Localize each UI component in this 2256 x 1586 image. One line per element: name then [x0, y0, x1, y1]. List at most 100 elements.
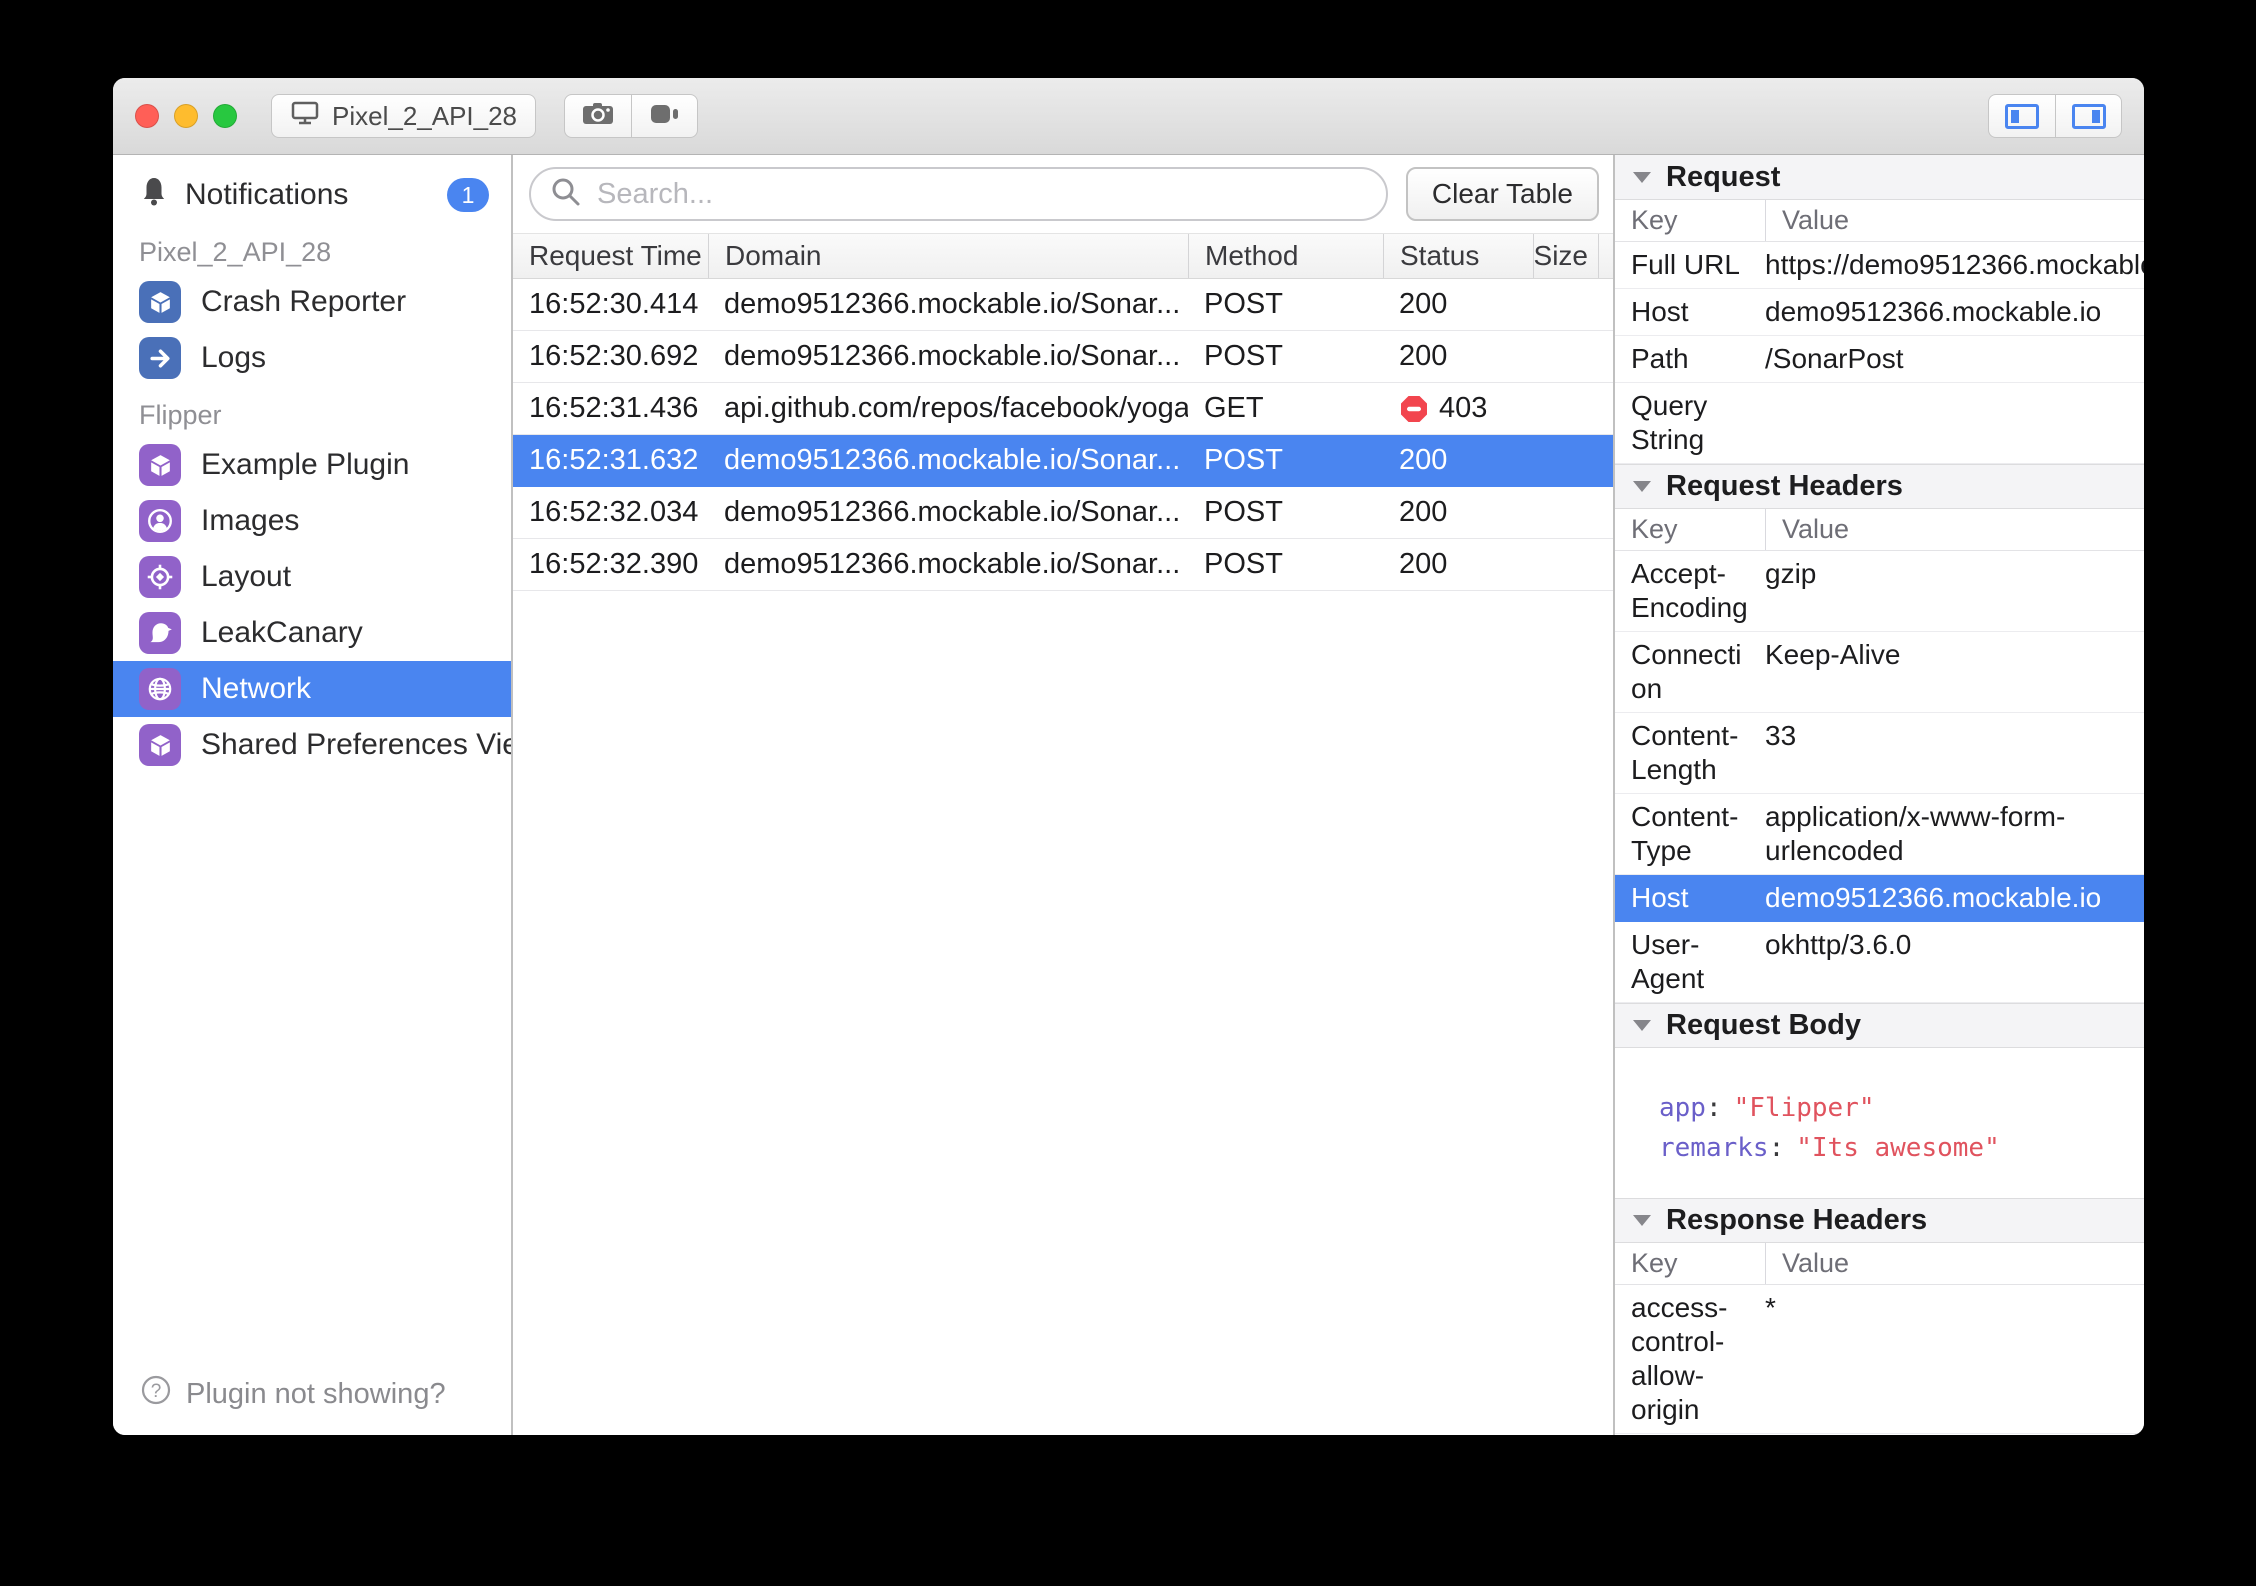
chevron-down-icon	[1633, 1215, 1651, 1226]
sidebar-item-layout[interactable]: Layout	[113, 549, 511, 605]
domain-cell: demo9512366.mockable.io/Sonar...	[724, 444, 1181, 476]
method-cell: POST	[1204, 288, 1283, 320]
sidebar-item-logs[interactable]: Logs	[113, 330, 511, 386]
table-row[interactable]: 16:52:32.034 demo9512366.mockable.io/Son…	[513, 487, 1613, 539]
section-header-request-headers[interactable]: Request Headers	[1615, 464, 2144, 509]
column-header-request-time[interactable]: Request Time	[513, 234, 708, 278]
right-panel-icon	[2071, 103, 2106, 129]
column-header-status[interactable]: Status	[1383, 234, 1533, 278]
sidebar-item-label: Layout	[201, 560, 292, 593]
search-icon	[549, 175, 583, 214]
domain-cell: demo9512366.mockable.io/Sonar...	[724, 340, 1181, 372]
sidebar-item-shared-preferences-viewer[interactable]: Shared Preferences Viewer	[113, 717, 511, 773]
chevron-down-icon	[1633, 1020, 1651, 1031]
chevron-down-icon	[1633, 481, 1651, 492]
close-button[interactable]	[135, 104, 159, 128]
domain-cell: demo9512366.mockable.io/Sonar...	[724, 288, 1181, 320]
monitor-icon	[290, 100, 320, 133]
method-cell: GET	[1204, 392, 1264, 424]
column-header-method[interactable]: Method	[1188, 234, 1383, 278]
domain-cell: demo9512366.mockable.io/Sonar...	[724, 496, 1181, 528]
kv-header: Key Value	[1615, 1243, 2144, 1285]
detail-row-user-agent[interactable]: User-Agent okhttp/3.6.0	[1615, 922, 2144, 1003]
svg-text:?: ?	[151, 1381, 162, 1402]
table-row-selected[interactable]: 16:52:31.632 demo9512366.mockable.io/Son…	[513, 435, 1613, 487]
sidebar: Notifications 1 Pixel_2_API_28 Crash Rep…	[113, 155, 513, 1435]
user-circle-icon	[139, 500, 181, 542]
request-time-cell: 16:52:30.414	[529, 288, 699, 320]
cube-icon	[139, 281, 181, 323]
search-input[interactable]	[597, 177, 1368, 211]
detail-row-host[interactable]: Host demo9512366.mockable.io	[1615, 289, 2144, 336]
column-header-domain[interactable]: Domain	[708, 234, 1188, 278]
sidebar-item-network[interactable]: Network	[113, 661, 511, 717]
request-time-cell: 16:52:31.436	[529, 392, 699, 424]
sidebar-item-label: LeakCanary	[201, 616, 363, 649]
capture-button-group	[564, 94, 699, 138]
flipper-window: Pixel_2_API_28 Notifications 1 Pixel_2_A…	[113, 78, 2144, 1435]
bell-icon	[139, 175, 169, 215]
notifications-label: Notifications	[185, 178, 349, 211]
section-header-request-body[interactable]: Request Body	[1615, 1003, 2144, 1048]
network-table-pane: Clear Table Request Time Domain Method S…	[513, 155, 1613, 1435]
device-name: Pixel_2_API_28	[332, 100, 518, 131]
sidebar-item-label: Network	[201, 672, 312, 705]
bird-icon	[139, 612, 181, 654]
question-circle-icon: ?	[139, 1373, 173, 1415]
sidebar-item-crash-reporter[interactable]: Crash Reporter	[113, 274, 511, 330]
section-header-request[interactable]: Request	[1615, 155, 2144, 200]
request-time-cell: 16:52:32.034	[529, 496, 699, 528]
column-header-size[interactable]: Size	[1533, 234, 1599, 278]
detail-row-content-type[interactable]: Content-Type application/x-www-form-urle…	[1615, 794, 2144, 875]
request-body-code: app: "Flipper" remarks: "Its awesome"	[1615, 1048, 2144, 1198]
zoom-button[interactable]	[213, 104, 237, 128]
detail-row-accept-encoding[interactable]: Accept-Encoding gzip	[1615, 551, 2144, 632]
detail-row-connection[interactable]: Connection Keep-Alive	[1615, 632, 2144, 713]
sidebar-item-images[interactable]: Images	[113, 493, 511, 549]
detail-row-access-control[interactable]: access-control-allow-origin *	[1615, 1285, 2144, 1434]
record-video-button[interactable]	[631, 95, 697, 137]
toggle-right-sidebar-button[interactable]	[2055, 95, 2121, 137]
sidebar-item-leakcanary[interactable]: LeakCanary	[113, 605, 511, 661]
toggle-left-sidebar-button[interactable]	[1989, 95, 2055, 137]
stop-icon	[1399, 394, 1429, 424]
method-cell: POST	[1204, 340, 1283, 372]
window-content: Notifications 1 Pixel_2_API_28 Crash Rep…	[113, 155, 2144, 1435]
plugin-not-showing-link[interactable]: ? Plugin not showing?	[113, 1357, 511, 1435]
globe-icon	[139, 668, 181, 710]
method-cell: POST	[1204, 496, 1283, 528]
sidebar-item-notifications[interactable]: Notifications 1	[113, 167, 511, 223]
cube-icon	[139, 444, 181, 486]
device-selector-button[interactable]: Pixel_2_API_28	[271, 94, 537, 138]
chevron-down-icon	[1633, 171, 1651, 183]
code-line: remarks: "Its awesome"	[1659, 1133, 2000, 1163]
sidebar-section-device: Pixel_2_API_28	[139, 237, 332, 267]
status-cell: 200	[1399, 444, 1448, 476]
method-cell: POST	[1204, 548, 1283, 580]
code-line: app: "Flipper"	[1659, 1093, 1875, 1123]
panel-toggle-group	[1988, 94, 2122, 138]
detail-row-query-string[interactable]: Query String	[1615, 383, 2144, 464]
search-box	[529, 167, 1388, 221]
table-row[interactable]: 16:52:32.390 demo9512366.mockable.io/Son…	[513, 539, 1613, 591]
screenshot-button[interactable]	[565, 95, 631, 137]
clear-table-button[interactable]: Clear Table	[1405, 167, 1599, 221]
table-row[interactable]: 16:52:30.414 demo9512366.mockable.io/Son…	[513, 279, 1613, 331]
request-time-cell: 16:52:32.390	[529, 548, 699, 580]
table-row[interactable]: 16:52:31.436 api.github.com/repos/facebo…	[513, 383, 1613, 435]
section-header-response-headers[interactable]: Response Headers	[1615, 1198, 2144, 1243]
detail-row-host-selected[interactable]: Host demo9512366.mockable.io	[1615, 875, 2144, 922]
detail-row-full-url[interactable]: Full URL https://demo9512366.mockable.io…	[1615, 242, 2144, 289]
table-header: Request Time Domain Method Status Size	[513, 233, 1613, 279]
sidebar-item-label: Logs	[201, 341, 267, 374]
table-row[interactable]: 16:52:30.692 demo9512366.mockable.io/Son…	[513, 331, 1613, 383]
camera-icon	[579, 99, 617, 134]
detail-row-path[interactable]: Path /SonarPost	[1615, 336, 2144, 383]
detail-row-content-length[interactable]: Content-Length 33	[1615, 713, 2144, 794]
request-details-panel: Request Key Value Full URL https://demo9…	[1615, 155, 2144, 1435]
minimize-button[interactable]	[174, 104, 198, 128]
traffic-lights	[135, 104, 237, 128]
sidebar-item-example-plugin[interactable]: Example Plugin	[113, 437, 511, 493]
sidebar-item-label: Example Plugin	[201, 448, 410, 481]
arrow-right-icon	[139, 337, 181, 379]
